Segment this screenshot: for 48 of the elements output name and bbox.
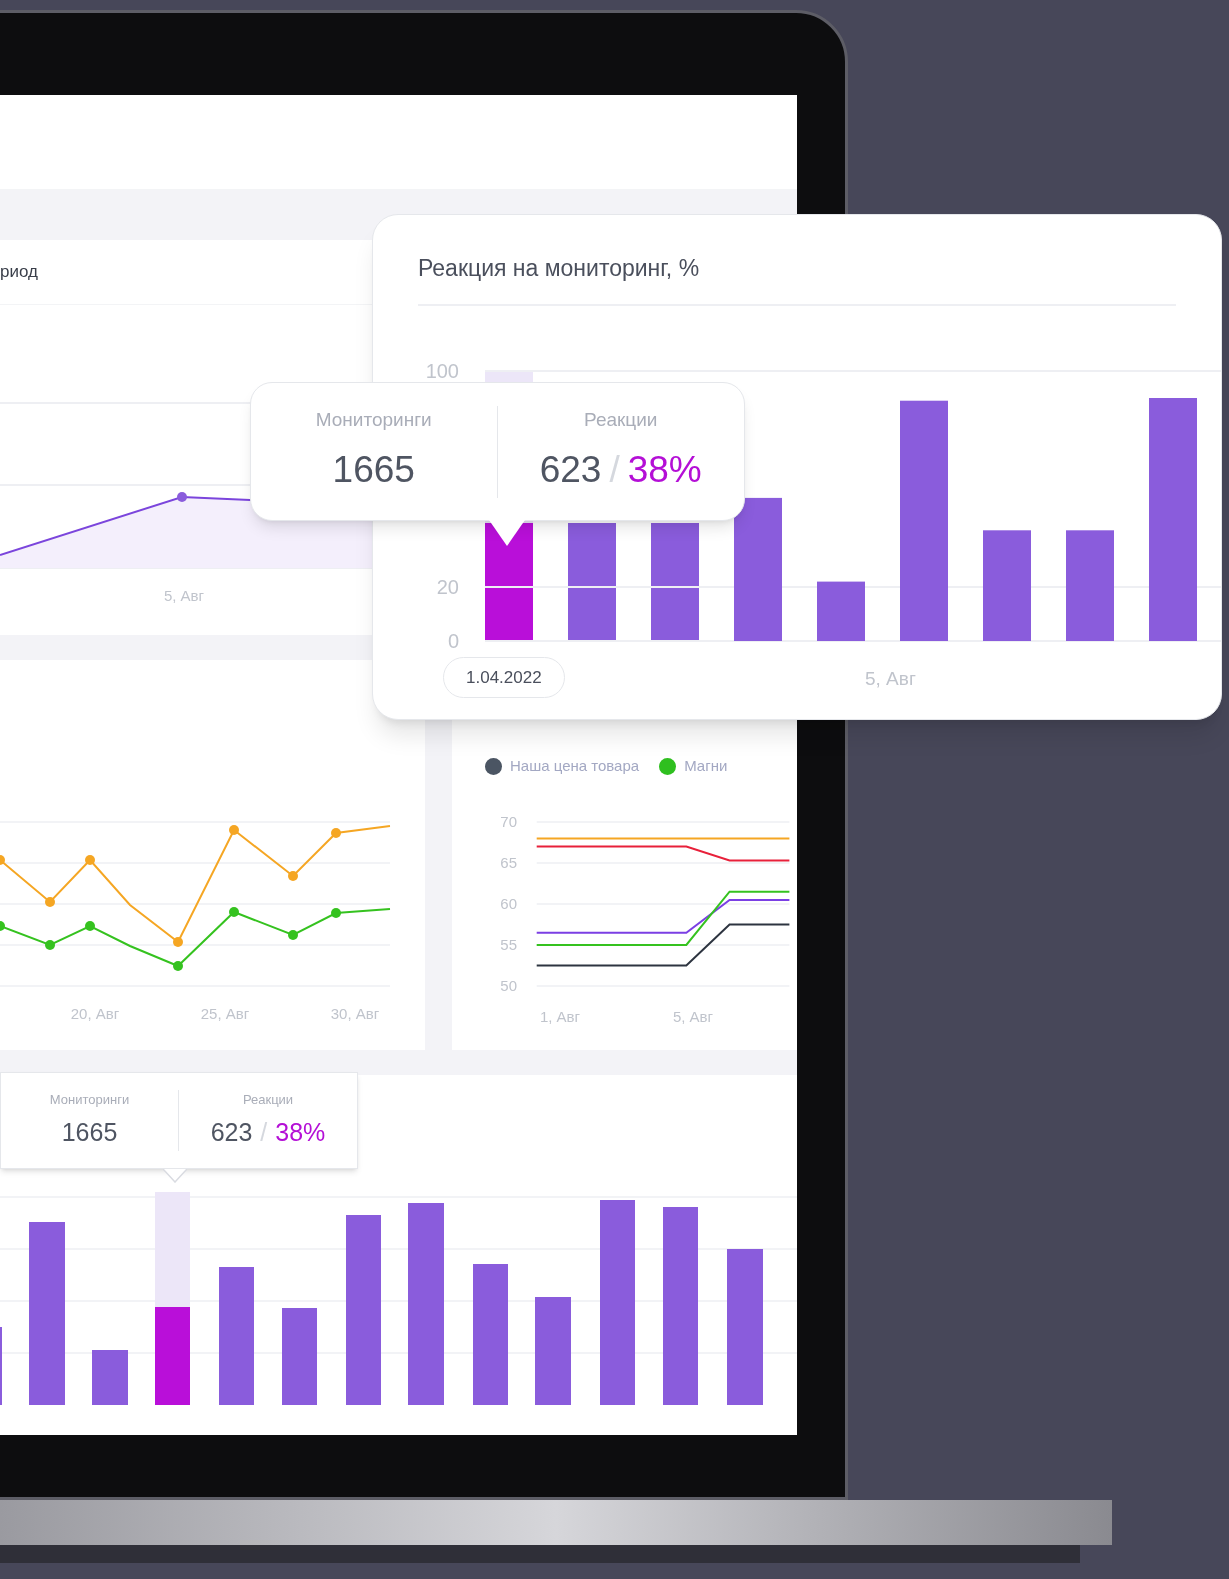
separator-slash: / — [260, 1116, 268, 1148]
axis-tick-label: 70 — [500, 812, 517, 830]
axis-tick-label: 5, Авг — [865, 666, 916, 691]
data-point — [229, 907, 239, 917]
axis-tick-label: 30, Авг — [330, 1005, 380, 1022]
legend-label: Наша цена товара — [510, 756, 640, 776]
bar — [817, 581, 865, 641]
data-point — [0, 855, 5, 865]
axis-tick-label: 50 — [500, 976, 517, 994]
axis-tick-label: 1, Авг — [539, 1007, 581, 1025]
data-point — [45, 897, 55, 907]
data-point — [177, 492, 187, 502]
card-title: риод — [0, 261, 38, 284]
data-point — [331, 828, 341, 838]
data-point — [331, 908, 341, 918]
tooltip-value: 623 — [210, 1116, 253, 1148]
separator-slash: / — [609, 448, 620, 492]
data-point — [173, 937, 183, 947]
data-point — [85, 921, 95, 931]
tooltip-label: Мониторинги — [49, 1091, 130, 1109]
tooltip-value: 623 — [539, 448, 602, 492]
card-title: Реакция на мониторинг, % — [418, 255, 700, 281]
axis-tick-label: 0 — [447, 629, 459, 652]
axis-tick-label: 20 — [436, 575, 459, 598]
axis-tick-label: 25, Авг — [200, 1005, 250, 1022]
axis-tick-label: 65 — [500, 853, 517, 871]
tooltip-value: 1665 — [61, 1116, 118, 1148]
axis-tick-label: 100 — [425, 359, 459, 382]
data-point — [173, 961, 183, 971]
axis-tick-label: 55 — [500, 935, 517, 953]
tooltip-label: Мониторинги — [315, 407, 432, 432]
tooltip-percent: 38% — [627, 448, 702, 492]
tooltip-label: Реакции — [242, 1091, 294, 1109]
axis-tick-label: 20, Авг — [70, 1005, 120, 1022]
tooltip-label: Реакции — [584, 407, 658, 432]
data-point — [0, 921, 5, 931]
data-point — [229, 825, 239, 835]
data-point — [288, 871, 298, 881]
tooltip-percent: 38% — [275, 1116, 326, 1148]
data-point — [45, 940, 55, 950]
axis-tick-label: 5, Авг — [672, 1007, 714, 1025]
tooltip-value: 1665 — [332, 448, 415, 492]
axis-tick-label: 5, Авг — [163, 587, 205, 604]
bar — [92, 1350, 128, 1405]
legend-label: Магни — [684, 756, 728, 776]
axis-tick-label: 60 — [500, 894, 517, 912]
data-point — [288, 930, 298, 940]
data-point — [85, 855, 95, 865]
